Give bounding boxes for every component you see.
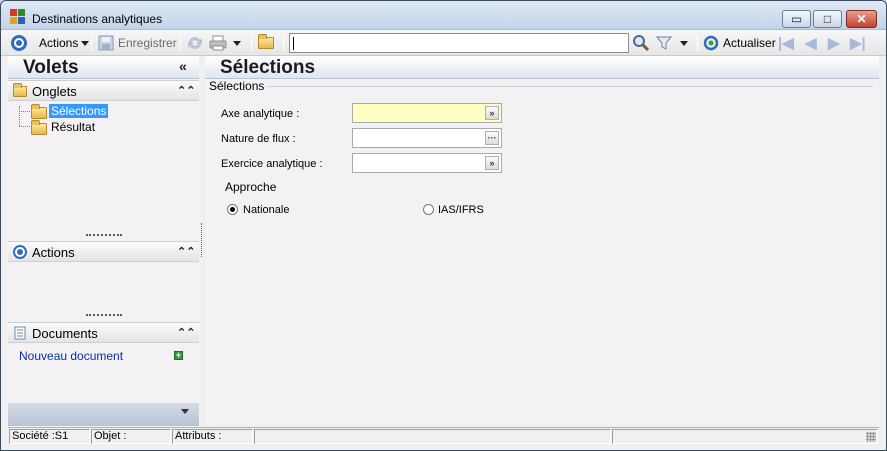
status-bar: Société :S1 Objet : Attributs :	[8, 427, 879, 444]
dropdown-icon[interactable]: »	[485, 156, 499, 170]
nature-flux-field[interactable]: ···	[352, 128, 502, 148]
print-dropdown-icon[interactable]	[233, 40, 241, 46]
refresh-icon	[703, 35, 719, 51]
menu-icon[interactable]	[11, 34, 27, 52]
folder-icon	[31, 120, 47, 135]
window-title: Destinations analytiques	[32, 12, 163, 26]
minimize-button[interactable]: ▭	[782, 10, 811, 28]
side-panel-header: Volets «	[8, 56, 199, 79]
chevron-down-icon[interactable]	[181, 409, 189, 414]
side-panel-title: Volets	[23, 57, 79, 78]
printer-icon	[209, 35, 227, 51]
close-button[interactable]: ✕	[846, 10, 877, 28]
maximize-button[interactable]: □	[813, 10, 842, 28]
toolbar: Actions Enregistrer Actualiser |◀ ◀ ▶ ▶|	[1, 30, 886, 56]
documents-section-header[interactable]: Documents ⌃⌃	[8, 322, 199, 343]
save-label: Enregistrer	[118, 36, 177, 50]
splitter-handle[interactable]	[86, 234, 122, 236]
radio-nationale-label[interactable]: Nationale	[243, 204, 289, 216]
actions-icon	[13, 245, 27, 259]
nav-prev-icon: ◀	[805, 35, 817, 52]
sync-icon	[188, 37, 202, 49]
open-folder-button[interactable]	[258, 34, 274, 52]
page-title: Sélections	[220, 57, 316, 78]
filter-dropdown-icon[interactable]	[680, 40, 688, 46]
refresh-button[interactable]: Actualiser	[703, 34, 776, 52]
app-window: Destinations analytiques ▭ □ ✕ Actions E…	[0, 0, 887, 451]
main-pane: Sélections Sélections Axe analytique : »…	[205, 56, 879, 426]
actions-menu-button[interactable]: Actions	[39, 34, 90, 52]
nav-next-icon: ▶	[828, 35, 840, 52]
actions-section-title: Actions	[32, 245, 75, 260]
close-icon: ✕	[856, 12, 867, 26]
resize-grip-icon[interactable]	[866, 432, 876, 442]
folder-icon	[258, 34, 274, 49]
approche-label: Approche	[225, 180, 277, 194]
radio-ias-ifrs-label[interactable]: IAS/IFRS	[438, 204, 484, 216]
onglets-section-header[interactable]: Onglets ⌃⌃	[8, 80, 199, 101]
side-panel-footer[interactable]	[8, 403, 199, 426]
nav-next-button[interactable]: ▶	[828, 34, 840, 52]
documents-section-title: Documents	[32, 326, 98, 341]
axe-analytique-field[interactable]: »	[352, 103, 502, 123]
minimize-icon: ▭	[790, 12, 803, 26]
search-input[interactable]	[289, 33, 629, 53]
actions-menu-label: Actions	[39, 36, 79, 50]
splitter-handle[interactable]	[86, 314, 122, 316]
pane-splitter[interactable]	[201, 223, 202, 257]
filter-icon	[656, 36, 672, 50]
actions-section-header[interactable]: Actions ⌃⌃	[8, 241, 199, 262]
collapse-section-icon[interactable]: ⌃⌃	[177, 84, 195, 97]
group-box-label: Sélections	[209, 79, 268, 93]
nav-last-button[interactable]: ▶|	[850, 34, 866, 52]
nav-first-button[interactable]: |◀	[778, 34, 794, 52]
tree-item-resultat[interactable]: Résultat	[49, 120, 97, 134]
new-document-link[interactable]: Nouveau document	[19, 349, 123, 363]
filter-button[interactable]	[656, 34, 688, 52]
status-attributs: Attributs :	[172, 429, 253, 444]
status-panel-empty	[254, 429, 611, 444]
side-panel: Volets « Onglets ⌃⌃ Sélections Résultat …	[8, 56, 199, 426]
nature-flux-label: Nature de flux :	[221, 133, 296, 145]
app-icon	[10, 9, 26, 25]
save-icon	[98, 35, 114, 51]
refresh-label: Actualiser	[723, 36, 776, 50]
radio-ias-ifrs[interactable]	[423, 204, 434, 215]
dropdown-icon[interactable]: »	[485, 106, 499, 120]
main-header: Sélections	[205, 56, 879, 79]
collapse-section-icon[interactable]: ⌃⌃	[177, 326, 195, 339]
folder-icon	[13, 83, 27, 97]
sync-button[interactable]	[186, 34, 204, 52]
exercice-analytique-label: Exercice analytique :	[221, 158, 323, 170]
ellipsis-icon[interactable]: ···	[485, 131, 499, 145]
status-societe: Société :S1	[9, 429, 90, 444]
nav-last-icon: ▶|	[850, 35, 866, 52]
status-objet: Objet :	[91, 429, 171, 444]
status-panel-right	[612, 429, 878, 444]
exercice-analytique-field[interactable]: »	[352, 153, 502, 173]
save-button[interactable]: Enregistrer	[98, 34, 177, 52]
search-button[interactable]	[632, 34, 650, 52]
axe-analytique-label: Axe analytique :	[221, 108, 300, 120]
maximize-icon: □	[823, 12, 832, 26]
tree-item-selections[interactable]: Sélections	[49, 104, 109, 118]
add-document-icon[interactable]: +	[174, 351, 183, 360]
nav-prev-button[interactable]: ◀	[805, 34, 817, 52]
open-folder-icon	[31, 104, 47, 119]
collapse-panel-icon[interactable]: «	[179, 58, 187, 74]
document-icon	[14, 326, 26, 340]
title-bar[interactable]: Destinations analytiques ▭ □ ✕	[1, 1, 886, 30]
chevron-down-icon	[81, 40, 90, 46]
search-icon	[633, 35, 650, 52]
onglets-section-title: Onglets	[32, 84, 77, 99]
radio-nationale[interactable]	[227, 204, 238, 215]
collapse-section-icon[interactable]: ⌃⌃	[177, 245, 195, 258]
print-button[interactable]	[209, 34, 241, 52]
nav-first-icon: |◀	[778, 35, 794, 52]
